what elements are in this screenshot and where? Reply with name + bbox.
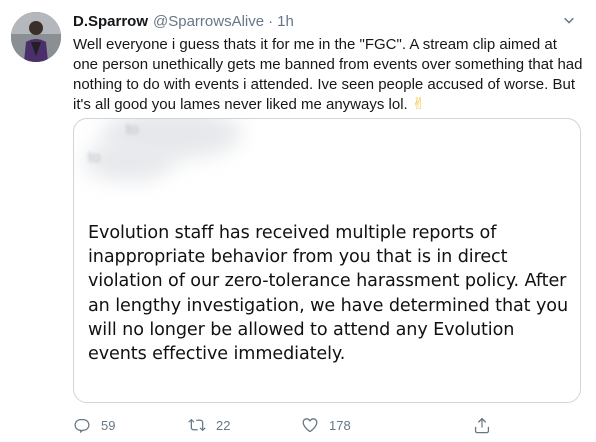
victory-hand-emoji: ✌ bbox=[411, 96, 426, 113]
tweet-header: D.Sparrow @SparrowsAlive · 1h bbox=[73, 11, 578, 31]
author-handle[interactable]: @SparrowsAlive bbox=[153, 13, 264, 30]
reply-button[interactable]: 59 bbox=[73, 414, 115, 436]
blurred-area: to to bbox=[74, 119, 580, 209]
blurred-text-left: to bbox=[88, 149, 101, 166]
tweet-text: Well everyone i guess thats it for me in… bbox=[73, 35, 585, 115]
author-name[interactable]: D.Sparrow bbox=[73, 13, 148, 30]
tweet[interactable]: D.Sparrow @SparrowsAlive · 1h Well every… bbox=[0, 0, 596, 442]
retweet-count: 22 bbox=[216, 417, 231, 433]
share-button[interactable] bbox=[473, 414, 501, 436]
like-button[interactable]: 178 bbox=[301, 414, 351, 436]
heart-icon bbox=[302, 418, 318, 433]
media-card[interactable]: to to Evolution staff has received multi… bbox=[73, 118, 581, 403]
chevron-down-icon[interactable] bbox=[560, 12, 578, 30]
like-count: 178 bbox=[329, 417, 351, 433]
share-icon bbox=[474, 418, 490, 434]
avatar[interactable] bbox=[11, 12, 61, 62]
reply-icon bbox=[74, 419, 90, 434]
tweet-body: Well everyone i guess thats it for me in… bbox=[73, 36, 583, 113]
ban-notice-text: Evolution staff has received multiple re… bbox=[88, 223, 568, 365]
tweet-actions: 59 22 178 bbox=[73, 414, 503, 436]
avatar-image bbox=[11, 12, 61, 62]
separator: · bbox=[268, 12, 274, 30]
retweet-button[interactable]: 22 bbox=[188, 414, 230, 436]
blurred-text-top: to bbox=[126, 121, 139, 138]
timestamp[interactable]: 1h bbox=[277, 13, 294, 30]
retweet-icon bbox=[188, 418, 206, 432]
reply-count: 59 bbox=[101, 417, 116, 433]
